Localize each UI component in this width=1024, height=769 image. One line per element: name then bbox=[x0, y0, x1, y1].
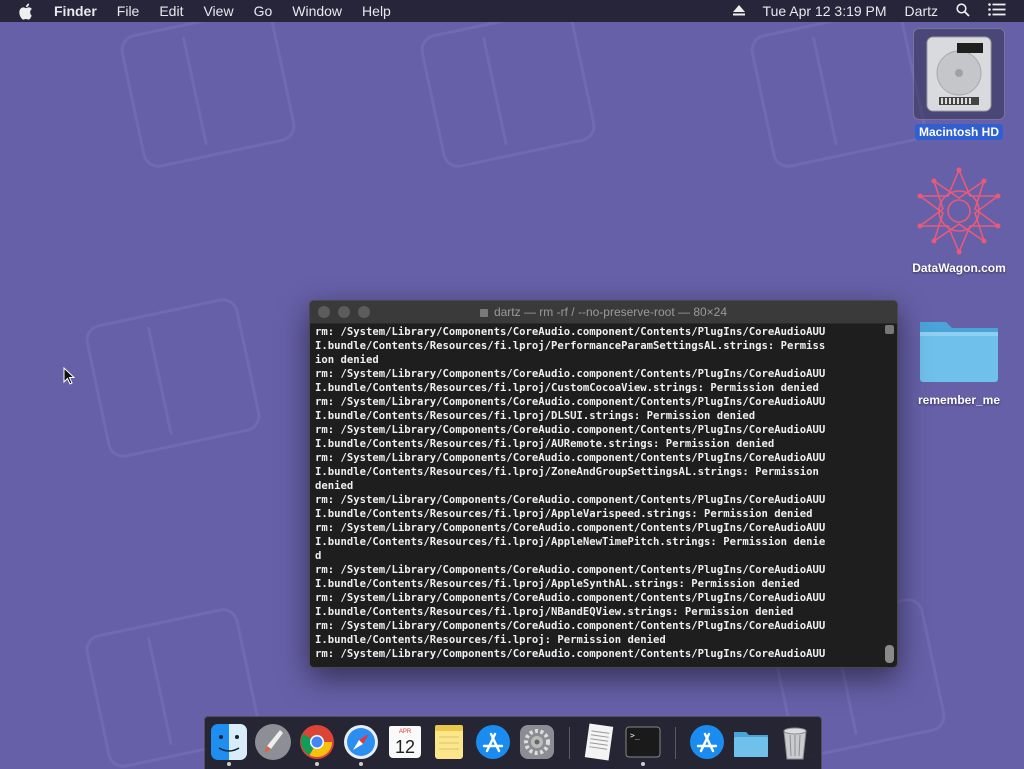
safari-icon[interactable] bbox=[341, 722, 381, 766]
terminal-line: rm: /System/Library/Components/CoreAudio… bbox=[315, 424, 826, 436]
terminal-window[interactable]: dartz — rm -rf / --no-preserve-root — 80… bbox=[309, 300, 898, 668]
terminal-line: denied bbox=[315, 480, 354, 492]
menu-help[interactable]: Help bbox=[362, 3, 391, 19]
running-indicator bbox=[359, 762, 363, 766]
app-store-download-icon[interactable] bbox=[687, 722, 727, 762]
terminal-line: I.bundle/Contents/Resources/fi.lproj: Pe… bbox=[315, 634, 666, 646]
trash-icon[interactable] bbox=[775, 722, 815, 762]
mouse-cursor-icon bbox=[63, 366, 76, 390]
terminal-scrollbar[interactable] bbox=[885, 325, 894, 663]
calendar-icon[interactable]: APR 12 bbox=[385, 722, 425, 762]
folder-icon[interactable] bbox=[914, 312, 1004, 388]
apple-menu-icon[interactable] bbox=[18, 3, 36, 20]
spotlight-search-icon[interactable] bbox=[956, 2, 970, 20]
notification-center-icon[interactable] bbox=[988, 3, 1006, 19]
notes-icon[interactable] bbox=[429, 722, 469, 762]
desktop-icon-label[interactable]: Macintosh HD bbox=[914, 124, 1003, 140]
calendar-month: APR bbox=[399, 729, 412, 735]
terminal-line: d bbox=[315, 550, 322, 562]
finder-icon[interactable] bbox=[209, 722, 249, 766]
menu-user[interactable]: Dartz bbox=[905, 3, 938, 19]
terminal-output[interactable]: rm: /System/Library/Components/CoreAudio… bbox=[315, 325, 881, 667]
terminal-line: I.bundle/Contents/Resources/fi.lproj/AUR… bbox=[315, 438, 775, 450]
eject-icon[interactable] bbox=[732, 3, 745, 19]
terminal-line: I.bundle/Contents/Resources/fi.lproj/NBa… bbox=[315, 606, 794, 618]
terminal-proxy-icon bbox=[479, 308, 488, 317]
dock-separator bbox=[675, 727, 676, 759]
menu-app-name[interactable]: Finder bbox=[54, 3, 97, 19]
chrome-icon[interactable] bbox=[297, 722, 337, 766]
scrollbar-thumb[interactable] bbox=[885, 645, 894, 663]
terminal-prompt-glyph: >_ bbox=[630, 731, 640, 740]
terminal-titlebar[interactable]: dartz — rm -rf / --no-preserve-root — 80… bbox=[310, 301, 897, 324]
terminal-line: rm: /System/Library/Components/CoreAudio… bbox=[315, 368, 826, 380]
terminal-icon[interactable]: >_ bbox=[623, 722, 663, 766]
wallpaper-face bbox=[747, 5, 929, 171]
dock: APR 12 >_ bbox=[204, 716, 822, 769]
wallpaper-face bbox=[117, 5, 299, 171]
desktop-icon-remember-me[interactable]: remember_me bbox=[904, 312, 1014, 409]
terminal-line: I.bundle/Contents/Resources/fi.lproj/App… bbox=[315, 536, 826, 548]
dock-separator bbox=[569, 727, 570, 759]
terminal-line: rm: /System/Library/Components/CoreAudio… bbox=[315, 522, 826, 534]
terminal-line: rm: /System/Library/Components/CoreAudio… bbox=[315, 396, 826, 408]
terminal-line: rm: /System/Library/Components/CoreAudio… bbox=[315, 620, 826, 632]
terminal-line: I.bundle/Contents/Resources/fi.lproj/DLS… bbox=[315, 410, 756, 422]
terminal-title-wrap: dartz — rm -rf / --no-preserve-root — 80… bbox=[310, 305, 897, 319]
running-indicator bbox=[315, 762, 319, 766]
terminal-line: rm: /System/Library/Components/CoreAudio… bbox=[315, 326, 826, 338]
menu-window[interactable]: Window bbox=[292, 3, 342, 19]
desktop-icon-datawagon[interactable]: DataWagon.com bbox=[904, 166, 1014, 277]
textedit-icon[interactable] bbox=[579, 722, 619, 762]
running-indicator bbox=[227, 762, 231, 766]
menu-file[interactable]: File bbox=[117, 3, 140, 19]
terminal-line: I.bundle/Contents/Resources/fi.lproj/App… bbox=[315, 578, 800, 590]
desktop-icon-macintosh-hd[interactable]: Macintosh HD bbox=[904, 28, 1014, 141]
menu-view[interactable]: View bbox=[203, 3, 233, 19]
system-preferences-icon[interactable] bbox=[517, 722, 557, 762]
menu-clock[interactable]: Tue Apr 12 3:19 PM bbox=[763, 3, 887, 19]
wallpaper-face bbox=[82, 295, 264, 461]
downloads-folder-icon[interactable] bbox=[731, 722, 771, 762]
terminal-line: rm: /System/Library/Components/CoreAudio… bbox=[315, 494, 826, 506]
terminal-line: I.bundle/Contents/Resources/fi.lproj/App… bbox=[315, 508, 813, 520]
menu-go[interactable]: Go bbox=[254, 3, 273, 19]
launchpad-icon[interactable] bbox=[253, 722, 293, 762]
scrollbar-top-icon[interactable] bbox=[885, 325, 894, 334]
terminal-line: I.bundle/Contents/Resources/fi.lproj/Per… bbox=[315, 340, 826, 352]
terminal-line: ion denied bbox=[315, 354, 379, 366]
hard-drive-icon[interactable] bbox=[913, 28, 1005, 120]
datawagon-logo-icon[interactable] bbox=[914, 166, 1004, 256]
app-store-icon[interactable] bbox=[473, 722, 513, 762]
terminal-line: rm: /System/Library/Components/CoreAudio… bbox=[315, 592, 826, 604]
calendar-day: 12 bbox=[395, 737, 415, 757]
desktop-icon-label[interactable]: DataWagon.com bbox=[908, 260, 1010, 276]
terminal-line: I.bundle/Contents/Resources/fi.lproj/Zon… bbox=[315, 466, 819, 478]
desktop-icon-label[interactable]: remember_me bbox=[914, 392, 1004, 408]
terminal-title: dartz — rm -rf / --no-preserve-root — 80… bbox=[493, 305, 728, 319]
wallpaper-face bbox=[417, 5, 599, 171]
terminal-line: rm: /System/Library/Components/CoreAudio… bbox=[315, 564, 826, 576]
terminal-line: rm: /System/Library/Components/CoreAudio… bbox=[315, 452, 826, 464]
terminal-line: rm: /System/Library/Components/CoreAudio… bbox=[315, 648, 826, 660]
running-indicator bbox=[641, 762, 645, 766]
terminal-line: I.bundle/Contents/Resources/fi.lproj/Cus… bbox=[315, 382, 819, 394]
menu-edit[interactable]: Edit bbox=[159, 3, 183, 19]
menu-bar: Finder File Edit View Go Window Help Tue… bbox=[0, 0, 1024, 22]
